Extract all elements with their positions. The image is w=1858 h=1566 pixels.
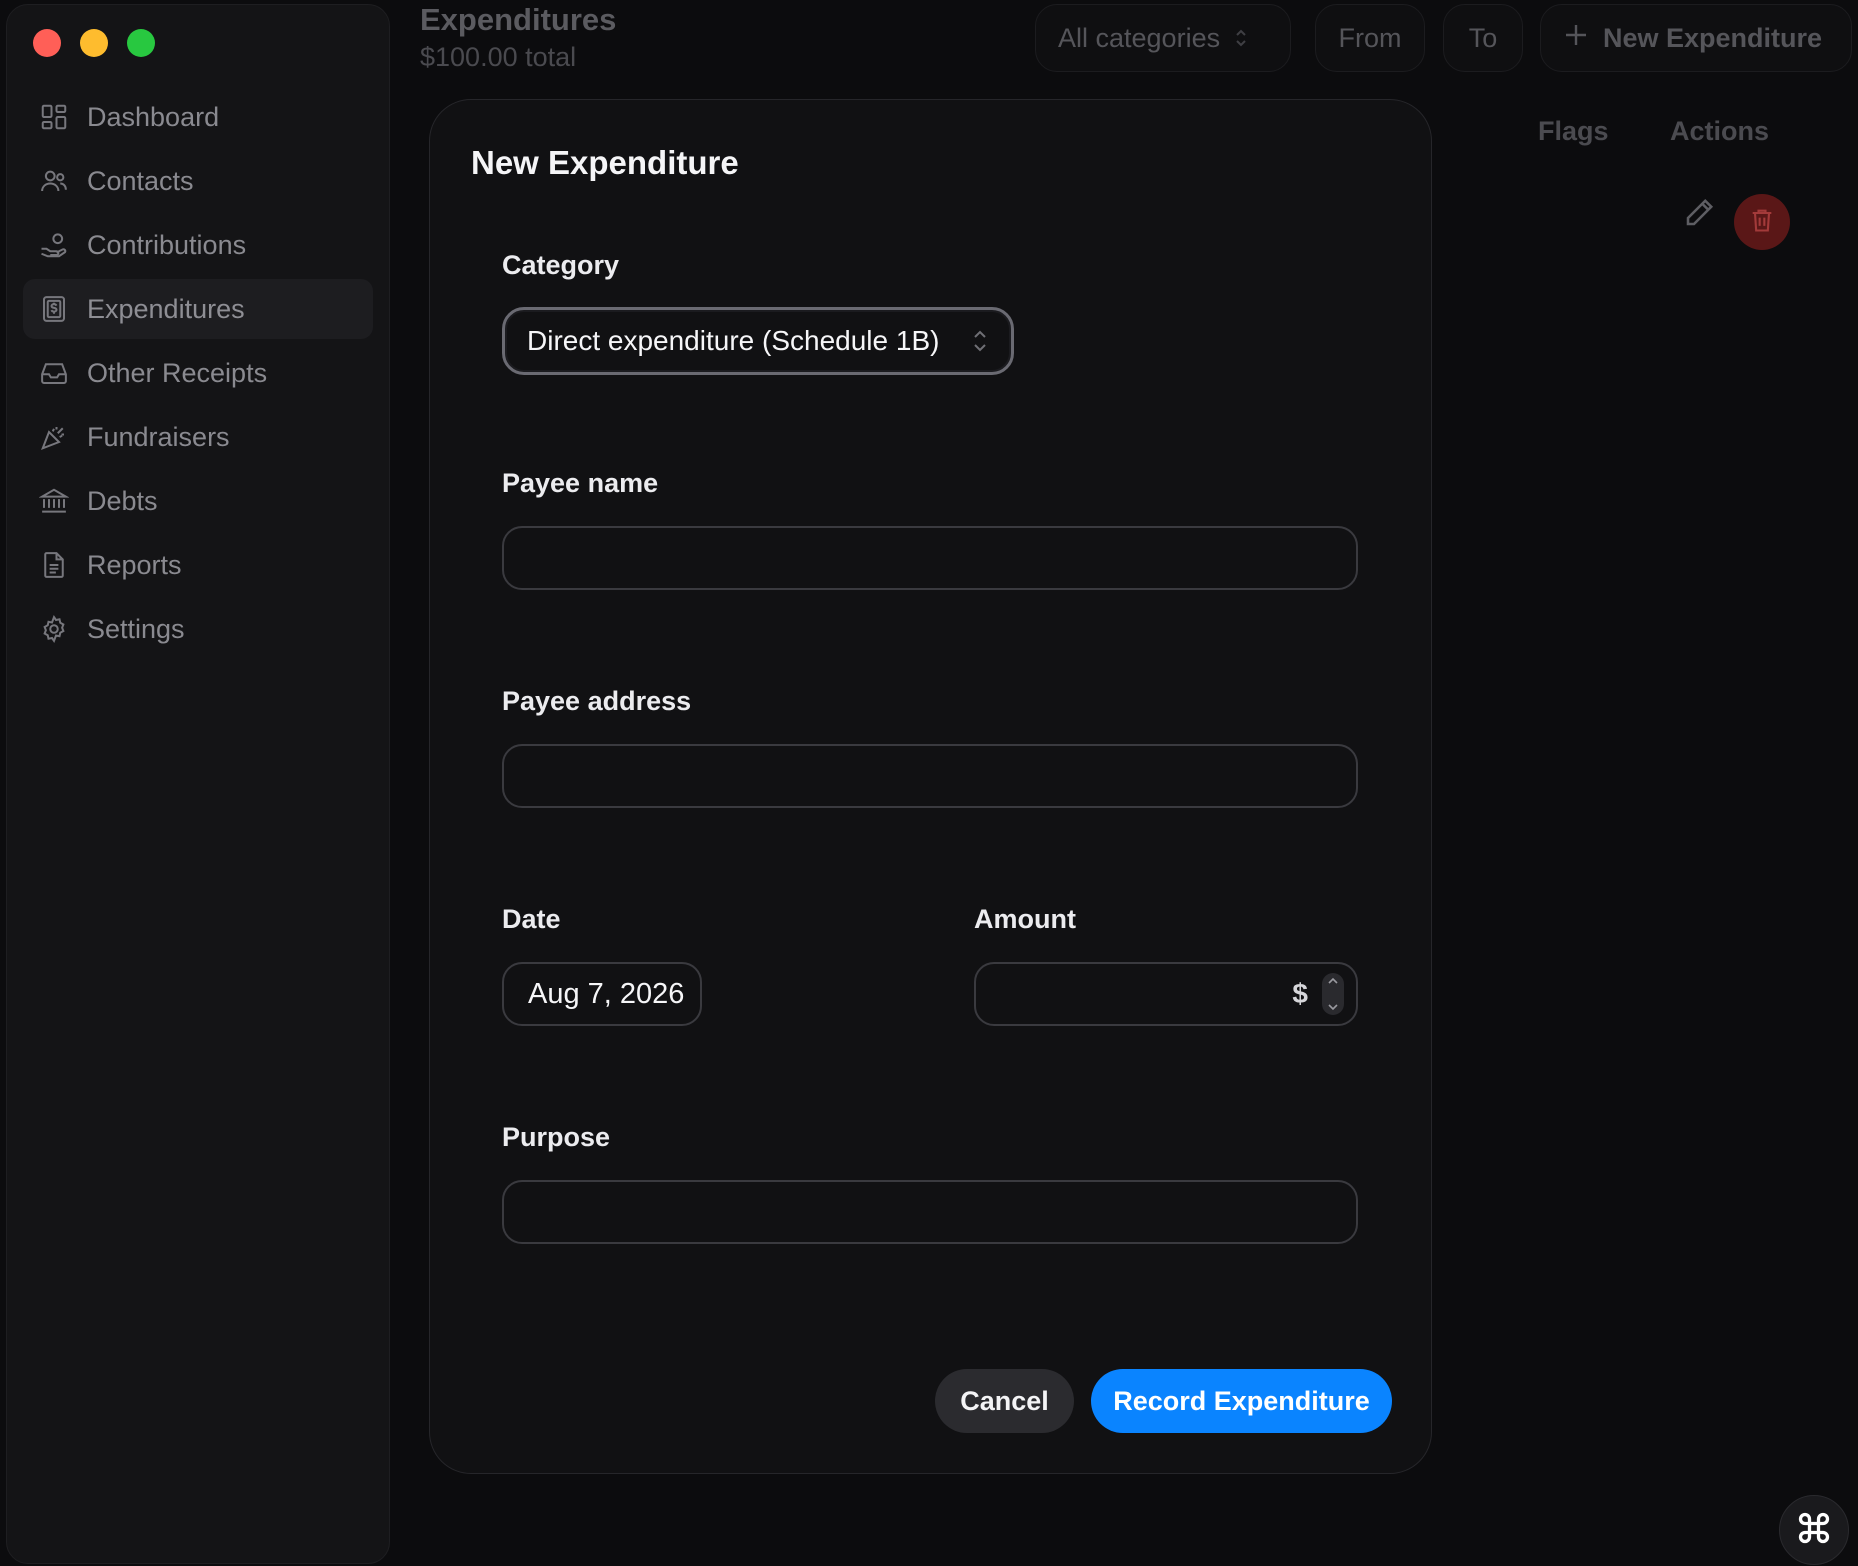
payee-address-input[interactable]: [502, 744, 1358, 808]
amount-input[interactable]: $: [974, 962, 1358, 1026]
command-icon: [1796, 1510, 1832, 1551]
category-select[interactable]: Direct expenditure (Schedule 1B): [502, 307, 1014, 375]
trash-icon: [1748, 206, 1776, 239]
sidebar-item-reports[interactable]: Reports: [23, 535, 373, 595]
from-date-button[interactable]: From: [1315, 4, 1425, 72]
chevron-up-icon[interactable]: [1327, 977, 1339, 985]
zoom-window-button[interactable]: [127, 29, 155, 57]
purpose-input[interactable]: [502, 1180, 1358, 1244]
sidebar-item-dashboard[interactable]: Dashboard: [23, 87, 373, 147]
cancel-button[interactable]: Cancel: [935, 1369, 1074, 1433]
sidebar-item-contacts[interactable]: Contacts: [23, 151, 373, 211]
sidebar-item-expenditures[interactable]: Expenditures: [23, 279, 373, 339]
to-date-button[interactable]: To: [1443, 4, 1523, 72]
delete-row-button[interactable]: [1734, 194, 1790, 250]
minimize-window-button[interactable]: [80, 29, 108, 57]
expenditures-icon: [39, 294, 69, 324]
category-label: Category: [502, 250, 620, 280]
amount-stepper[interactable]: [1322, 973, 1344, 1015]
sidebar-item-label: Settings: [87, 613, 185, 644]
payee-name-input[interactable]: [502, 526, 1358, 590]
sidebar-item-label: Debts: [87, 485, 158, 516]
sidebar-item-fundraisers[interactable]: Fundraisers: [23, 407, 373, 467]
category-filter-select[interactable]: All categories: [1035, 4, 1291, 72]
command-button[interactable]: [1779, 1495, 1849, 1565]
chevron-down-icon[interactable]: [1327, 1003, 1339, 1011]
date-value: Aug 7, 2026: [528, 977, 685, 1010]
bank-icon: [39, 486, 69, 516]
sidebar-item-debts[interactable]: Debts: [23, 471, 373, 531]
gear-icon: [39, 614, 69, 644]
pencil-icon: [1682, 198, 1718, 234]
payee-address-label: Payee address: [502, 686, 692, 716]
to-label: To: [1468, 22, 1498, 53]
new-expenditure-button[interactable]: New Expenditure: [1540, 4, 1852, 72]
new-expenditure-label: New Expenditure: [1603, 22, 1823, 53]
column-header-flags: Flags: [1538, 116, 1609, 146]
date-label: Date: [502, 904, 561, 934]
sidebar-nav: Dashboard Contacts Contributions Expendi…: [23, 87, 373, 663]
column-header-actions: Actions: [1670, 116, 1770, 146]
date-picker[interactable]: Aug 7, 2026: [502, 962, 702, 1026]
sidebar: Dashboard Contacts Contributions Expendi…: [6, 4, 390, 1564]
dialog-title: New Expenditure: [471, 144, 739, 181]
app-window: Dashboard Contacts Contributions Expendi…: [0, 0, 1858, 1566]
sidebar-item-settings[interactable]: Settings: [23, 599, 373, 659]
contributions-icon: [39, 230, 69, 260]
sidebar-item-label: Fundraisers: [87, 421, 230, 452]
inbox-icon: [39, 358, 69, 388]
category-value: Direct expenditure (Schedule 1B): [527, 325, 940, 356]
sidebar-item-label: Reports: [87, 549, 182, 580]
contacts-icon: [39, 166, 69, 196]
sidebar-item-contributions[interactable]: Contributions: [23, 215, 373, 275]
sidebar-item-label: Contributions: [87, 229, 247, 260]
sidebar-item-label: Contacts: [87, 165, 194, 196]
page-title: Expenditures: [420, 2, 617, 37]
document-icon: [39, 550, 69, 580]
sidebar-item-label: Expenditures: [87, 293, 245, 324]
dashboard-icon: [39, 102, 69, 132]
sidebar-item-label: Other Receipts: [87, 357, 268, 388]
record-expenditure-button[interactable]: Record Expenditure: [1091, 1369, 1392, 1433]
page-total: $100.00 total: [420, 42, 577, 72]
payee-name-label: Payee name: [502, 468, 659, 498]
chevron-updown-icon: [971, 327, 989, 355]
purpose-label: Purpose: [502, 1122, 611, 1152]
close-window-button[interactable]: [33, 29, 61, 57]
sidebar-item-label: Dashboard: [87, 101, 220, 132]
amount-label: Amount: [974, 904, 1076, 934]
edit-row-button[interactable]: [1682, 194, 1718, 235]
from-label: From: [1338, 22, 1402, 53]
currency-symbol: $: [1292, 978, 1308, 1009]
plus-icon: [1563, 22, 1589, 55]
chevron-updown-icon: [1234, 27, 1248, 49]
category-filter-label: All categories: [1058, 22, 1221, 53]
party-icon: [39, 422, 69, 452]
new-expenditure-dialog: New Expenditure Category Direct expendit…: [429, 99, 1432, 1474]
sidebar-item-other-receipts[interactable]: Other Receipts: [23, 343, 373, 403]
window-controls: [33, 29, 155, 57]
